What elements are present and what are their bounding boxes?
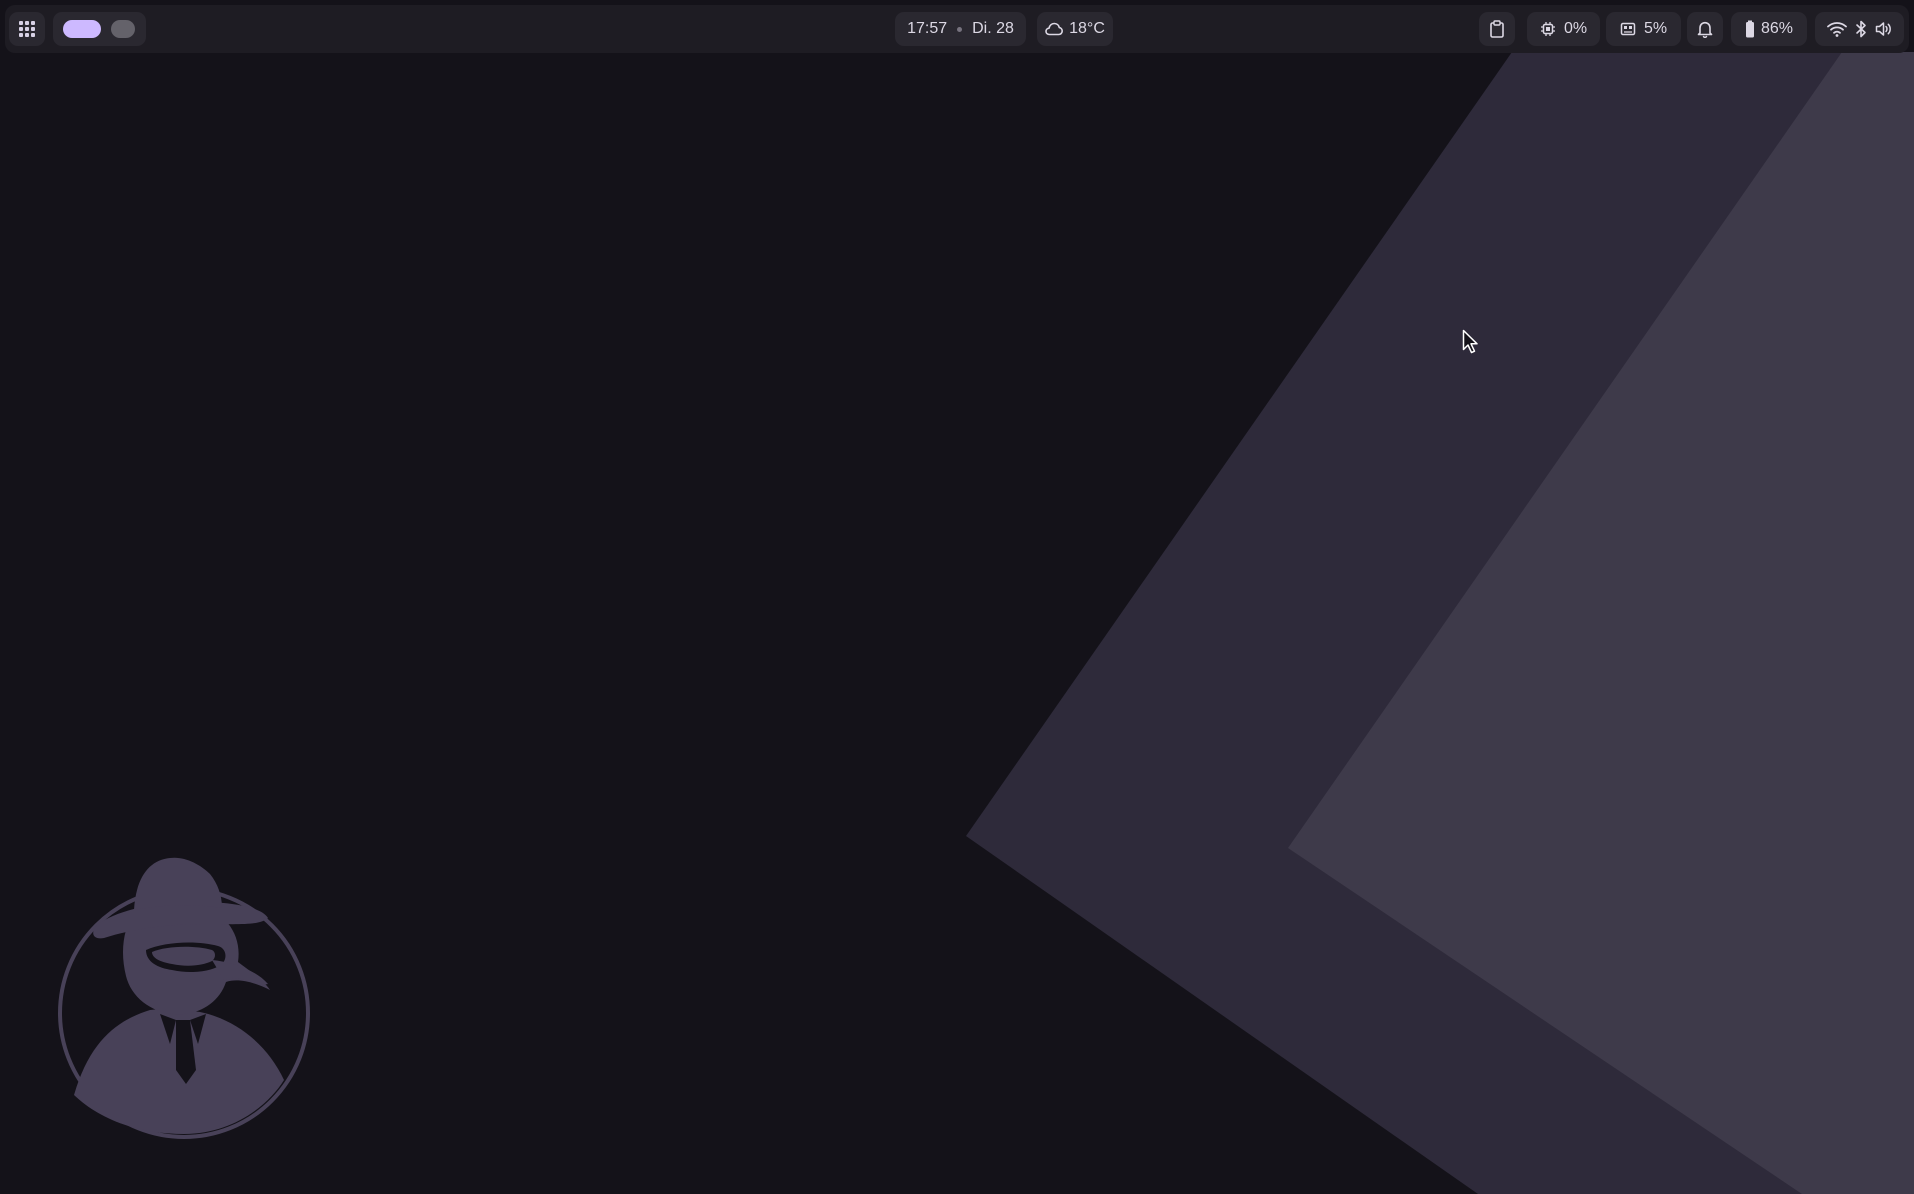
battery-value: 86% xyxy=(1760,20,1794,37)
workspace-2-indicator[interactable] xyxy=(111,20,135,38)
volume-icon[interactable] xyxy=(1875,21,1893,37)
apps-launcher-button[interactable] xyxy=(9,12,45,46)
memory-icon xyxy=(1620,21,1636,37)
memory-usage-widget[interactable]: 5% xyxy=(1606,12,1681,46)
cpu-usage-widget[interactable]: 0% xyxy=(1527,12,1600,46)
clock-widget[interactable]: 17:57 Di. 28 xyxy=(895,12,1026,46)
bell-icon xyxy=(1697,20,1713,38)
notifications-button[interactable] xyxy=(1687,12,1723,46)
memory-usage-value: 5% xyxy=(1643,20,1668,37)
desktop[interactable]: 17:57 Di. 28 18°C 0% 5% 86% xyxy=(0,0,1914,1194)
clock-date: Di. 28 xyxy=(972,20,1014,37)
wallpaper xyxy=(0,0,1914,1194)
weather-temperature: 18°C xyxy=(1069,20,1105,37)
workspace-switcher xyxy=(53,12,146,46)
clock-time: 17:57 xyxy=(907,20,948,37)
bluetooth-icon[interactable] xyxy=(1855,20,1867,38)
separator-dot xyxy=(957,26,963,32)
workspace-1-indicator[interactable] xyxy=(63,20,101,38)
clipboard-icon xyxy=(1489,20,1505,38)
clipboard-button[interactable] xyxy=(1479,12,1515,46)
cpu-icon xyxy=(1540,21,1556,37)
wifi-icon[interactable] xyxy=(1826,21,1847,37)
battery-icon xyxy=(1745,20,1755,38)
cloud-icon xyxy=(1045,22,1064,36)
weather-widget[interactable]: 18°C xyxy=(1037,12,1113,46)
cpu-usage-value: 0% xyxy=(1563,20,1588,37)
battery-widget[interactable]: 86% xyxy=(1731,12,1807,46)
mouse-pointer-icon xyxy=(1462,329,1478,354)
top-bar: 17:57 Di. 28 18°C 0% 5% 86% xyxy=(5,5,1909,53)
system-tray xyxy=(1815,12,1904,46)
apps-grid-icon xyxy=(19,21,35,37)
